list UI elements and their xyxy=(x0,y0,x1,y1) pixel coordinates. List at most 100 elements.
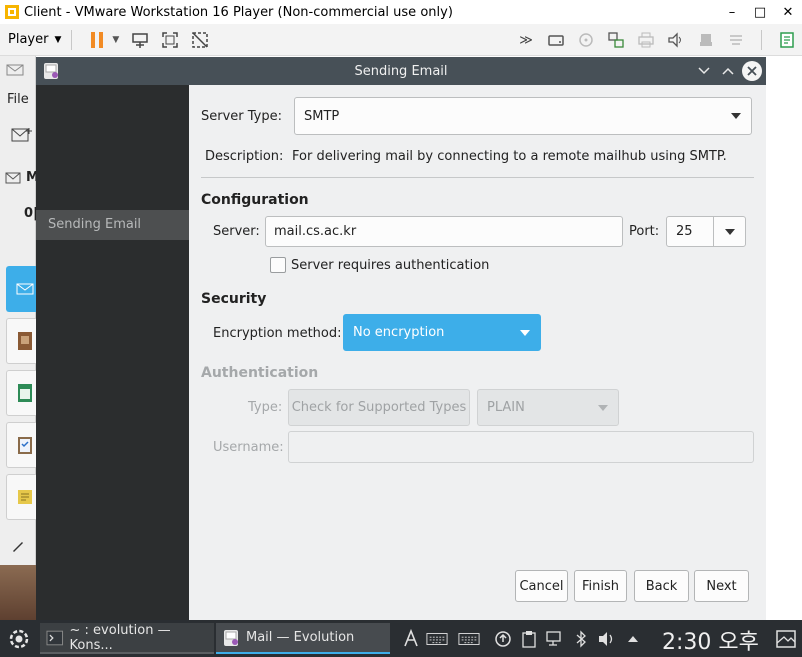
vmware-logo-icon xyxy=(5,5,19,19)
fullscreen-icon[interactable] xyxy=(159,29,181,51)
show-desktop-icon[interactable] xyxy=(772,625,800,653)
dialog-close-button[interactable] xyxy=(742,61,762,81)
server-input[interactable]: mail.cs.ac.kr xyxy=(265,216,623,247)
double-chevron-right-icon[interactable]: ≫ xyxy=(515,29,537,51)
usb-device-icon[interactable] xyxy=(695,29,717,51)
dialog-titlebar: Sending Email xyxy=(36,57,766,85)
encryption-method-select[interactable]: No encryption xyxy=(343,314,541,351)
pen-icon[interactable] xyxy=(10,538,26,554)
printer-icon[interactable] xyxy=(635,29,657,51)
server-type-select[interactable]: SMTP xyxy=(294,97,752,135)
taskbar-konsole[interactable]: ~ : evolution — Kons... xyxy=(40,623,214,654)
port-label: Port: xyxy=(629,224,660,239)
security-heading: Security xyxy=(201,291,267,307)
network-icon[interactable] xyxy=(544,628,566,650)
dialog-title: Sending Email xyxy=(354,63,448,79)
sending-email-dialog: Sending Email Sending Email Server Type:… xyxy=(36,57,766,620)
server-type-label: Server Type: xyxy=(201,109,283,124)
cancel-button[interactable]: Cancel xyxy=(515,570,568,602)
calendar-view-button[interactable] xyxy=(6,370,36,416)
volume-icon[interactable] xyxy=(596,628,618,650)
server-type-value: SMTP xyxy=(304,108,340,124)
application-launcher-icon[interactable] xyxy=(0,620,38,657)
chevron-down-icon xyxy=(731,113,741,119)
evolution-app-icon xyxy=(44,63,58,79)
tray-expand-icon[interactable] xyxy=(622,628,644,650)
dialog-minimize-button[interactable] xyxy=(694,61,714,81)
chevron-down-icon: ▼ xyxy=(54,34,62,45)
auth-type-value: PLAIN xyxy=(487,400,525,415)
keyboard-icon[interactable] xyxy=(426,628,448,650)
keyboard-layout-icon[interactable] xyxy=(458,628,480,650)
taskbar: ~ : evolution — Kons... Mail — Evolution xyxy=(0,620,802,657)
divider xyxy=(201,177,754,178)
mail-icon xyxy=(6,64,24,76)
system-tray xyxy=(398,620,646,657)
close-button[interactable]: ✕ xyxy=(774,0,802,24)
toolbar-divider xyxy=(71,29,73,50)
clock[interactable]: 2:30 오후 xyxy=(662,624,759,656)
terminal-icon xyxy=(46,630,64,645)
port-dropdown-button[interactable] xyxy=(713,217,745,246)
port-combo[interactable]: 25 xyxy=(666,216,746,247)
check-supported-types-button[interactable]: Check for Supported Types xyxy=(288,389,470,426)
chevron-down-icon xyxy=(520,329,530,336)
auth-type-label: Type: xyxy=(248,400,283,415)
taskbar-konsole-label: ~ : evolution — Kons... xyxy=(69,622,171,653)
mail-folder-icon xyxy=(5,172,21,184)
message-log-icon[interactable] xyxy=(776,29,798,51)
encryption-method-label: Encryption method: xyxy=(213,326,342,341)
contacts-view-button[interactable] xyxy=(6,318,36,364)
compose-mail-icon[interactable] xyxy=(11,126,33,144)
taskbar-evolution-label: Mail — Evolution xyxy=(246,630,355,645)
hard-disk-icon[interactable] xyxy=(545,29,567,51)
description-label: Description: xyxy=(205,149,284,164)
updates-icon[interactable] xyxy=(492,628,514,650)
requires-auth-label[interactable]: Server requires authentication xyxy=(291,258,489,273)
removable-device-icon[interactable] xyxy=(725,29,747,51)
dialog-content: Server Type: SMTP Description: For deliv… xyxy=(189,85,766,620)
dialog-maximize-button[interactable] xyxy=(718,61,738,81)
vmware-titlebar: Client - VMware Workstation 16 Player (N… xyxy=(0,0,802,24)
input-method-icon[interactable] xyxy=(400,628,422,650)
requires-auth-checkbox[interactable] xyxy=(270,257,286,273)
vmware-toolbar: Player ▼ ▼ ≫ xyxy=(0,24,802,56)
finish-button[interactable]: Finish xyxy=(574,570,627,602)
background-evolution-window: File M 0| xyxy=(0,56,39,620)
configuration-heading: Configuration xyxy=(201,192,309,208)
back-button[interactable]: Back xyxy=(634,570,689,602)
username-input[interactable] xyxy=(288,431,754,463)
minimize-button[interactable]: – xyxy=(718,0,746,24)
pause-dropdown-icon[interactable]: ▼ xyxy=(112,35,119,45)
file-menu[interactable]: File xyxy=(7,92,29,107)
next-button[interactable]: Next xyxy=(694,570,749,602)
send-ctrl-alt-del-icon[interactable] xyxy=(129,29,151,51)
sidebar-item-sending-email[interactable]: Sending Email xyxy=(36,210,189,240)
auth-type-select[interactable]: PLAIN xyxy=(477,389,619,426)
clipboard-icon[interactable] xyxy=(518,628,540,650)
port-value: 25 xyxy=(676,224,693,239)
assistant-sidebar: Sending Email xyxy=(36,85,189,620)
server-label: Server: xyxy=(213,224,260,239)
taskbar-evolution[interactable]: Mail — Evolution xyxy=(216,623,390,654)
description-text: For delivering mail by connecting to a r… xyxy=(292,149,727,164)
server-input-value: mail.cs.ac.kr xyxy=(274,224,357,239)
vmware-window-title: Client - VMware Workstation 16 Player (N… xyxy=(24,4,453,20)
maximize-button[interactable]: □ xyxy=(746,0,774,24)
username-label: Username: xyxy=(213,440,284,455)
tasks-view-button[interactable] xyxy=(6,422,36,468)
desktop-background xyxy=(0,565,36,620)
unity-mode-icon[interactable] xyxy=(189,29,211,51)
cd-drive-icon[interactable] xyxy=(575,29,597,51)
pause-icon[interactable] xyxy=(86,29,108,51)
mail-view-button[interactable] xyxy=(6,266,36,312)
bluetooth-icon[interactable] xyxy=(570,628,592,650)
network-adapter-icon[interactable] xyxy=(605,29,627,51)
encryption-method-value: No encryption xyxy=(353,325,445,340)
player-menu-label: Player xyxy=(8,32,49,47)
sound-card-icon[interactable] xyxy=(665,29,687,51)
toolbar-divider xyxy=(761,30,762,50)
memos-view-button[interactable] xyxy=(6,474,36,520)
evolution-app-icon xyxy=(224,629,238,646)
player-menu[interactable]: Player ▼ xyxy=(8,32,61,47)
